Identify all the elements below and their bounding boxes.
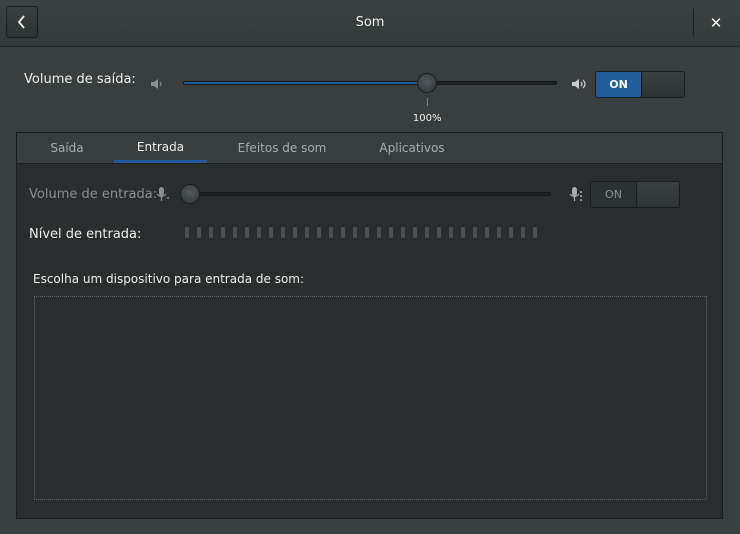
speaker-low-icon bbox=[151, 79, 162, 89]
close-icon: ✕ bbox=[709, 14, 723, 32]
level-segment bbox=[233, 227, 237, 238]
level-segment bbox=[377, 227, 381, 238]
input-switch-knob[interactable] bbox=[636, 182, 679, 207]
level-segment bbox=[389, 227, 393, 238]
tab-input[interactable]: Entrada bbox=[114, 133, 207, 163]
level-segment bbox=[485, 227, 489, 238]
level-segment bbox=[473, 227, 477, 238]
input-device-list[interactable] bbox=[34, 296, 707, 500]
level-segment bbox=[197, 227, 201, 238]
level-segment bbox=[449, 227, 453, 238]
level-segment bbox=[329, 227, 333, 238]
tab-bar: Saída Entrada Efeitos de som Aplicativos bbox=[17, 133, 722, 164]
level-segment bbox=[497, 227, 501, 238]
input-volume-label: Volume de entrada: bbox=[29, 187, 158, 202]
input-mute-switch[interactable]: ON bbox=[590, 181, 680, 208]
tab-applications[interactable]: Aplicativos bbox=[362, 133, 462, 163]
level-segment bbox=[509, 227, 513, 238]
input-volume-handle[interactable] bbox=[180, 184, 200, 204]
level-segment bbox=[353, 227, 357, 238]
output-volume-mark-label: 100% bbox=[412, 113, 442, 124]
output-volume-handle[interactable] bbox=[417, 73, 438, 93]
header-separator bbox=[693, 9, 694, 37]
level-segment bbox=[317, 227, 321, 238]
output-switch-knob[interactable] bbox=[641, 72, 684, 97]
output-volume-mark bbox=[427, 98, 429, 106]
window-title: Som bbox=[355, 15, 385, 30]
level-segment bbox=[185, 227, 189, 238]
tab-sound-effects[interactable]: Efeitos de som bbox=[223, 133, 341, 163]
output-switch-on-label: ON bbox=[596, 72, 641, 97]
level-segment bbox=[461, 227, 465, 238]
level-segment bbox=[341, 227, 345, 238]
output-volume-fill bbox=[184, 82, 429, 84]
level-segment bbox=[305, 227, 309, 238]
input-volume-slider[interactable] bbox=[184, 192, 551, 196]
level-segment bbox=[209, 227, 213, 238]
level-segment bbox=[533, 227, 537, 238]
level-segment bbox=[401, 227, 405, 238]
level-segment bbox=[425, 227, 429, 238]
output-volume-label: Volume de saída: bbox=[24, 72, 136, 87]
speaker-high-icon bbox=[572, 79, 586, 89]
microphone-low-icon bbox=[156, 187, 169, 201]
device-list-label: Escolha um dispositivo para entrada de s… bbox=[33, 272, 305, 286]
level-segment bbox=[257, 227, 261, 238]
output-mute-switch[interactable]: ON bbox=[595, 71, 685, 98]
level-segment bbox=[245, 227, 249, 238]
header-bar: Som ✕ bbox=[0, 0, 740, 47]
level-segment bbox=[269, 227, 273, 238]
tab-output[interactable]: Saída bbox=[34, 133, 100, 163]
level-segment bbox=[365, 227, 369, 238]
input-switch-on-label: ON bbox=[605, 188, 622, 201]
level-segment bbox=[293, 227, 297, 238]
output-volume-slider[interactable] bbox=[183, 81, 557, 85]
close-button[interactable]: ✕ bbox=[704, 12, 728, 34]
level-segment bbox=[221, 227, 225, 238]
level-segment bbox=[413, 227, 417, 238]
level-segment bbox=[281, 227, 285, 238]
level-segment bbox=[437, 227, 441, 238]
microphone-high-icon bbox=[569, 187, 582, 201]
input-level-label: Nível de entrada: bbox=[29, 227, 142, 242]
level-segment bbox=[521, 227, 525, 238]
